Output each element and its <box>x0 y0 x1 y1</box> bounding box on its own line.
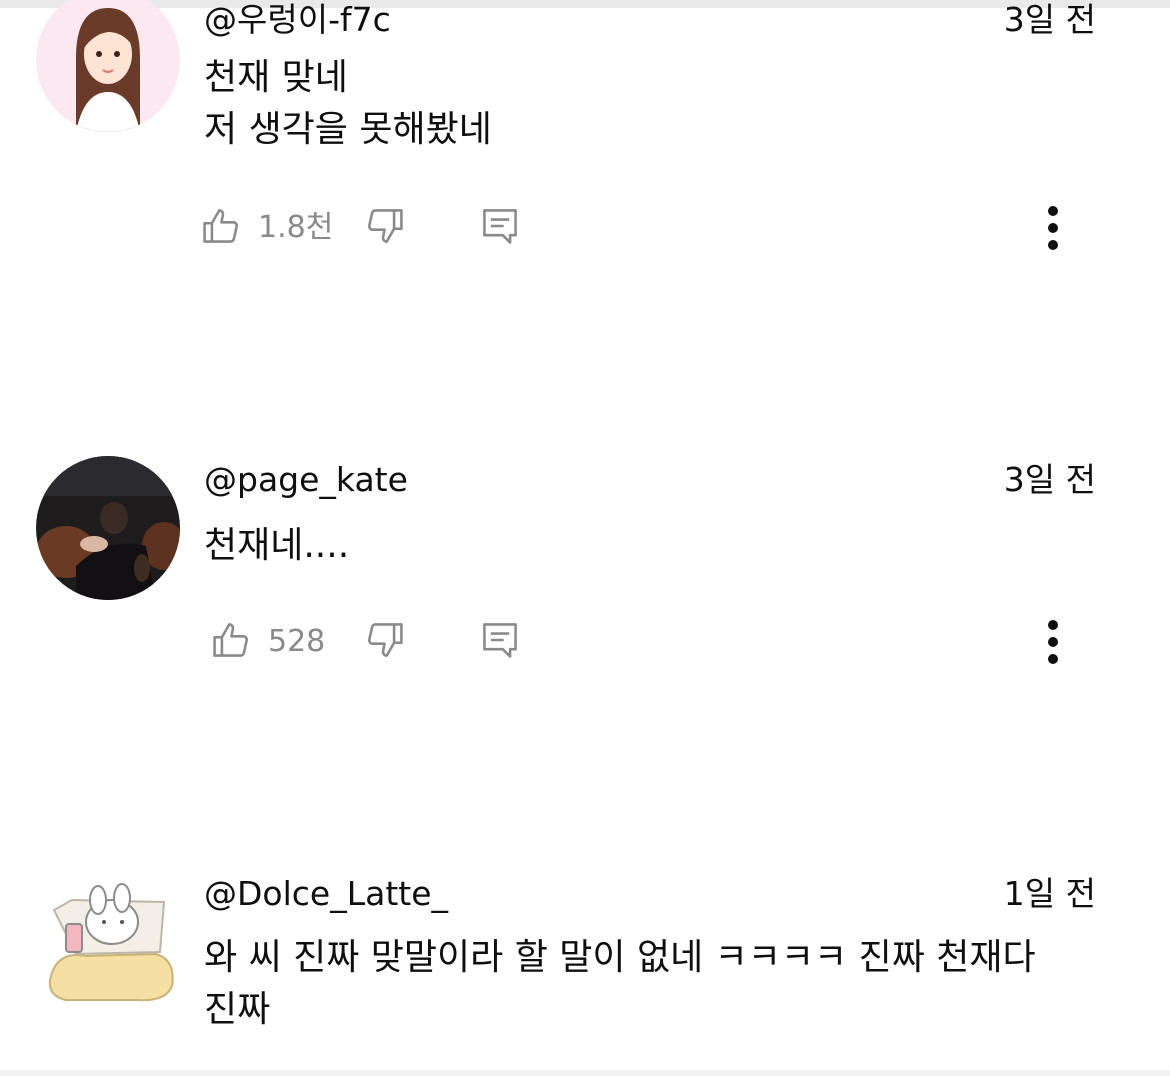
comment-line: 와 씨 진짜 맞말이라 할 말이 없네 ㅋㅋㅋㅋ 진짜 천재다 <box>204 937 1036 978</box>
like-count: 1.8천 <box>258 210 334 245</box>
more-vertical-icon[interactable] <box>1044 612 1060 672</box>
avatar[interactable] <box>36 456 180 600</box>
comment-author[interactable]: @우렁이-f7c <box>204 0 391 40</box>
comment-line: 진짜 <box>204 989 271 1030</box>
like-count: 528 <box>268 624 326 659</box>
comment-line: 저 생각을 못해봤네 <box>204 109 492 150</box>
comment-timestamp: 3일 전 <box>1003 0 1096 39</box>
comment-line: 천재네.... <box>204 525 350 566</box>
top-divider <box>0 0 1170 8</box>
comment-author[interactable]: @page_kate <box>204 460 408 500</box>
comment-text: 와 씨 진짜 맞말이라 할 말이 없네 ㅋㅋㅋㅋ 진짜 천재다 진짜 <box>204 932 1104 1036</box>
thumbs-down-icon[interactable] <box>362 618 406 662</box>
avatar[interactable] <box>36 0 180 132</box>
avatar[interactable] <box>36 870 180 1014</box>
more-vertical-icon[interactable] <box>1044 198 1060 258</box>
reply-icon[interactable] <box>478 204 522 248</box>
comment-text: 천재네.... <box>204 520 1104 572</box>
comment-author[interactable]: @Dolce_Latte_ <box>204 874 448 914</box>
comment-text: 천재 맞네 저 생각을 못해봤네 <box>204 52 1104 156</box>
thumbs-up-icon[interactable] <box>200 204 244 248</box>
reply-icon[interactable] <box>478 618 522 662</box>
comment-actions: 1.8천 <box>200 198 1100 258</box>
bottom-divider <box>0 1070 1170 1076</box>
comment-timestamp: 1일 전 <box>1003 874 1096 913</box>
thumbs-up-icon[interactable] <box>210 618 254 662</box>
thumbs-down-icon[interactable] <box>362 204 406 248</box>
comment-actions: 528 <box>200 612 1100 672</box>
comment-timestamp: 3일 전 <box>1003 460 1096 499</box>
comment-line: 천재 맞네 <box>204 57 348 98</box>
